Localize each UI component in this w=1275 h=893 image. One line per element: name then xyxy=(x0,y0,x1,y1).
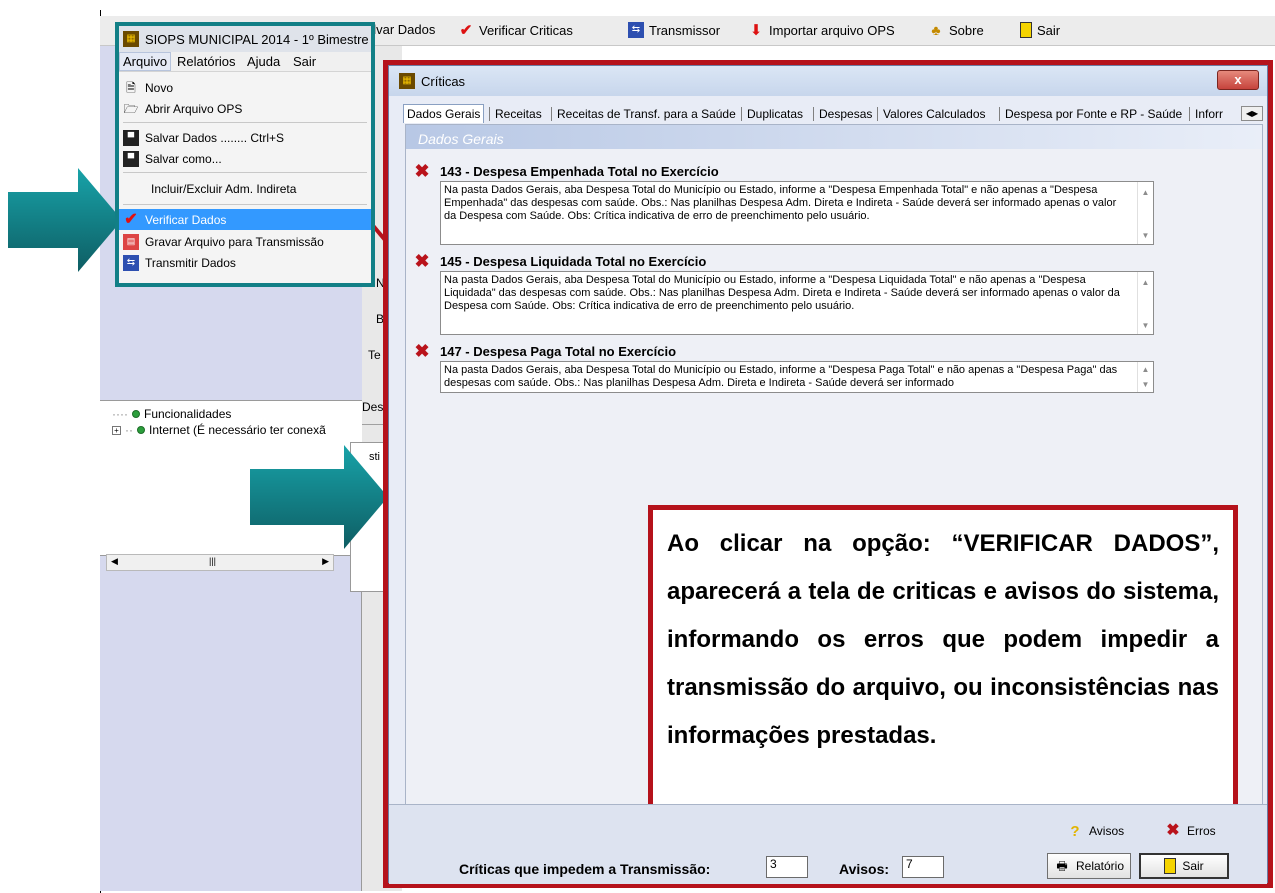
tab-valores-calculados[interactable]: Valores Calculados xyxy=(883,107,986,121)
printer-icon: 🖶 xyxy=(1056,859,1068,873)
tab-bar: Dados Gerais Receitas Receitas de Transf… xyxy=(403,104,1263,124)
critica-text-box[interactable]: Na pasta Dados Gerais, aba Despesa Total… xyxy=(440,181,1154,245)
sair-button[interactable]: Sair xyxy=(1139,853,1229,879)
menu-item-verificar-dados[interactable]: ✔ Verificar Dados xyxy=(119,209,371,230)
toolbar-sobre-button[interactable]: ♣ Sobre xyxy=(928,22,983,38)
import-icon: ⬇ xyxy=(749,21,763,39)
error-icon: ✖ xyxy=(414,250,430,271)
tab-content: Dados Gerais ✖ 143 - Despesa Empenhada T… xyxy=(405,124,1263,845)
arrow-right-icon xyxy=(8,168,122,272)
warning-icon: ? xyxy=(1070,822,1080,840)
toolbar-save-button[interactable]: alvar Dados xyxy=(366,22,435,37)
bullet-icon xyxy=(131,410,140,418)
close-button[interactable]: x xyxy=(1217,70,1259,90)
critica-item: ✖ 143 - Despesa Empenhada Total no Exerc… xyxy=(414,161,1256,245)
tab-duplicatas[interactable]: Duplicatas xyxy=(747,107,803,121)
tab-receitas-transf[interactable]: Receitas de Transf. para a Saúde xyxy=(557,107,736,121)
expand-icon[interactable]: + xyxy=(112,425,121,435)
avisos-count-label: Avisos: xyxy=(839,861,890,877)
save-as-icon: ▀ xyxy=(123,150,139,167)
app-icon: ▦ xyxy=(123,31,139,47)
bullet-icon xyxy=(137,426,145,434)
tab-informacoes[interactable]: Inforr xyxy=(1195,107,1223,121)
tab-receitas[interactable]: Receitas xyxy=(495,107,542,121)
scroll-right-icon[interactable]: ▶ xyxy=(322,556,329,567)
legend-avisos: ? Avisos xyxy=(1067,823,1124,839)
menu-item-salvar-como[interactable]: ▀ Salvar como... xyxy=(119,148,371,169)
critica-item: ✖ 145 - Despesa Liquidada Total no Exerc… xyxy=(414,251,1256,335)
open-folder-icon: 🗁 xyxy=(123,101,139,116)
legend-erros: ✖ Erros xyxy=(1166,822,1216,839)
app-icon: ▦ xyxy=(399,73,415,89)
menu-arquivo[interactable]: Arquivo xyxy=(119,52,172,71)
criticas-count-label: Críticas que impedem a Transmissão: xyxy=(459,861,711,877)
vertical-scrollbar[interactable]: ▲ ▼ xyxy=(1137,272,1153,334)
menu-relatorios[interactable]: Relatórios xyxy=(177,54,236,69)
check-icon: ✔ xyxy=(459,21,473,39)
check-icon: ✔ xyxy=(124,210,138,228)
tree-item-internet[interactable]: + ·· Internet (É necessário ter conexã xyxy=(112,423,326,437)
criticas-dialog: ▦ Críticas x Dados Gerais Receitas Recei… xyxy=(388,65,1268,884)
error-icon: ✖ xyxy=(1166,822,1180,839)
relatorio-button[interactable]: 🖶 Relatório xyxy=(1047,853,1131,879)
annotation-callout: Ao clicar na opção: “VERIFICAR DADOS”, a… xyxy=(648,505,1238,845)
vertical-scrollbar[interactable]: ▲ ▼ xyxy=(1137,362,1153,392)
critica-item: ✖ 147 - Despesa Paga Total no Exercício … xyxy=(414,341,1256,393)
menu-item-novo[interactable]: 🗎 Novo xyxy=(119,77,371,98)
dialog-title-bar: ▦ Críticas x xyxy=(389,66,1267,96)
menu-ajuda[interactable]: Ajuda xyxy=(247,54,280,69)
about-icon: ♣ xyxy=(931,22,941,38)
new-document-icon: 🗎 xyxy=(126,80,136,95)
menu-item-transmitir[interactable]: ⇆ Transmitir Dados xyxy=(119,252,371,273)
write-file-icon: ▤ xyxy=(123,233,139,250)
menu-item-salvar[interactable]: ▀ Salvar Dados ........ Ctrl+S xyxy=(119,127,371,148)
criticas-count-field: 3 xyxy=(766,856,808,878)
menu-window: ▦ SIOPS MUNICIPAL 2014 - 1º Bimestre Arq… xyxy=(115,22,375,287)
toolbar-sair-button[interactable]: Sair xyxy=(1020,22,1060,38)
tab-despesas[interactable]: Despesas xyxy=(819,107,872,121)
vertical-scrollbar[interactable]: ▲ ▼ xyxy=(1137,182,1153,244)
toolbar-verificar-button[interactable]: ✔ Verificar Criticas xyxy=(458,22,573,38)
menu-item-abrir[interactable]: 🗁 Abrir Arquivo OPS xyxy=(119,98,371,119)
tab-despesa-fonte-rp[interactable]: Despesa por Fonte e RP - Saúde xyxy=(1005,107,1182,121)
menu-window-title: ▦ SIOPS MUNICIPAL 2014 - 1º Bimestre xyxy=(119,26,371,52)
tab-scroll-arrows[interactable]: ◀▶ xyxy=(1241,106,1263,121)
transmit-icon: ⇆ xyxy=(628,22,644,38)
critica-text-box[interactable]: Na pasta Dados Gerais, aba Despesa Total… xyxy=(440,361,1154,393)
section-title: Dados Gerais xyxy=(418,131,504,147)
menu-sair[interactable]: Sair xyxy=(293,54,316,69)
scroll-left-icon[interactable]: ◀ xyxy=(111,556,118,567)
toolbar-transmissor-button[interactable]: ⇆ Transmissor xyxy=(628,22,720,38)
critica-title: 143 - Despesa Empenhada Total no Exercíc… xyxy=(440,163,719,179)
menu-item-gravar[interactable]: ▤ Gravar Arquivo para Transmissão xyxy=(119,231,371,252)
transmit-icon: ⇆ xyxy=(123,254,139,271)
avisos-count-field: 7 xyxy=(902,856,944,878)
arrow-right-icon xyxy=(250,445,388,549)
menu-item-incluir-excluir[interactable]: Incluir/Excluir Adm. Indireta xyxy=(119,178,371,199)
dialog-footer: ? Avisos ✖ Erros Críticas que impedem a … xyxy=(389,804,1267,884)
menu-bar: Arquivo Relatórios Ajuda Sair xyxy=(119,52,371,72)
tree-item-funcionalidades[interactable]: ···· Funcionalidades xyxy=(112,407,231,421)
critica-title: 145 - Despesa Liquidada Total no Exercíc… xyxy=(440,253,707,269)
exit-icon xyxy=(1164,858,1177,874)
critica-text-box[interactable]: Na pasta Dados Gerais, aba Despesa Total… xyxy=(440,271,1154,335)
critica-title: 147 - Despesa Paga Total no Exercício xyxy=(440,343,677,359)
horizontal-scrollbar[interactable]: ◀ ||| ▶ xyxy=(106,554,334,571)
tab-dados-gerais[interactable]: Dados Gerais xyxy=(403,104,485,123)
toolbar-importar-button[interactable]: ⬇ Importar arquivo OPS xyxy=(748,22,895,38)
exit-icon xyxy=(1020,22,1032,38)
error-icon: ✖ xyxy=(414,160,430,181)
error-icon: ✖ xyxy=(414,340,430,361)
save-icon: ▀ xyxy=(123,129,139,146)
